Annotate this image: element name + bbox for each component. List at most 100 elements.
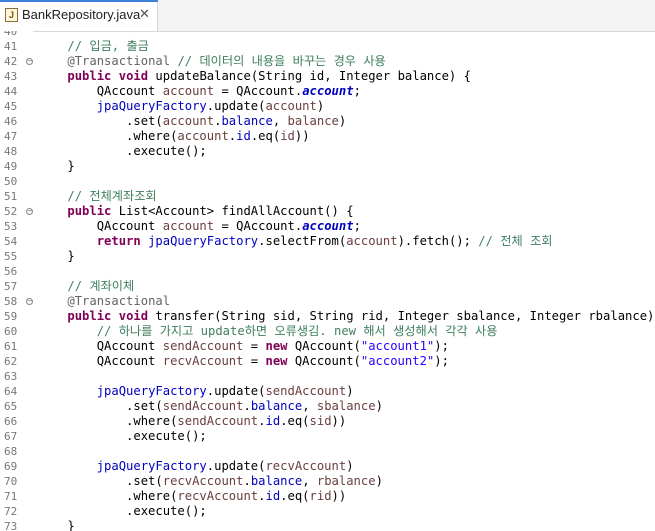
code-token: return [96, 234, 141, 248]
code-line[interactable]: 41 // 입금, 출금 [0, 39, 655, 54]
code-line[interactable]: 49 } [0, 159, 655, 174]
code-token: account [346, 234, 398, 248]
code-token: )) [331, 489, 347, 503]
line-number: 63 [4, 370, 18, 383]
code-line[interactable]: 48 .execute(); [0, 144, 655, 159]
code-token: account [162, 114, 215, 128]
code-token: id [265, 414, 281, 428]
code-line[interactable]: 43 public void updateBalance(String id, … [0, 69, 655, 84]
code-token: ) [346, 384, 354, 398]
code-line[interactable]: 42 − @Transactional // 데이터의 내용을 바꾸는 경우 사용 [0, 54, 655, 69]
code-token: .execute(); [38, 429, 207, 443]
code-token: account [302, 84, 354, 98]
code-line[interactable]: 45 jpaQueryFactory.update(account) [0, 99, 655, 114]
code-token: .set( [38, 399, 163, 413]
code-text: // 계좌이체 [38, 279, 134, 294]
code-text: public void transfer(String sid, String … [38, 309, 655, 324]
code-line[interactable]: 54 return jpaQueryFactory.selectFrom(acc… [0, 234, 655, 249]
code-token: sendAccount [162, 399, 244, 413]
code-text: public List<Account> findAllAccount() { [38, 204, 353, 219]
code-token: QAccount( [287, 354, 361, 368]
code-token: // 하나를 가지고 update하면 오류생김. new 해서 생성해서 각각… [96, 324, 498, 338]
code-line[interactable]: 47 .where(account.id.eq(id)) [0, 129, 655, 144]
code-line[interactable]: 66 .where(sendAccount.id.eq(sid)) [0, 414, 655, 429]
tab-bankrepository[interactable]: J BankRepository.java ✕ [0, 0, 158, 31]
code-line[interactable]: 62 QAccount recvAccount = new QAccount("… [0, 354, 655, 369]
line-number: 49 [4, 160, 18, 173]
code-line[interactable]: 40 [0, 31, 655, 39]
code-text: .set(recvAccount.balance, rbalance) [38, 474, 383, 489]
code-line[interactable]: 44 QAccount account = QAccount.account; [0, 84, 655, 99]
code-token: ; [353, 219, 361, 233]
code-line[interactable]: 51 // 전체계좌조회 [0, 189, 655, 204]
code-token: ; [353, 84, 361, 98]
fold-toggle-icon[interactable]: − [26, 58, 33, 65]
code-token: sendAccount [162, 339, 244, 353]
code-text: } [38, 249, 75, 264]
code-token: id [265, 489, 281, 503]
code-line[interactable]: 57 // 계좌이체 [0, 279, 655, 294]
code-line[interactable]: 58 − @Transactional [0, 294, 655, 309]
line-number: 46 [4, 115, 18, 128]
code-line[interactable]: 52 − public List<Account> findAllAccount(… [0, 204, 655, 219]
code-token: // 입금, 출금 [67, 39, 149, 53]
java-file-icon: J [5, 8, 18, 22]
code-text: } [38, 519, 74, 531]
code-token: public [67, 309, 112, 323]
code-line[interactable]: 72 .execute(); [0, 504, 655, 519]
line-number: 40 [4, 31, 18, 38]
code-text: .set(sendAccount.balance, sbalance) [38, 399, 383, 414]
code-token: .where( [38, 129, 178, 143]
code-token: } [38, 249, 75, 263]
code-line[interactable]: 67 .execute(); [0, 429, 655, 444]
code-line[interactable]: 59 public void transfer(String sid, Stri… [0, 309, 655, 324]
code-text: .execute(); [38, 144, 207, 159]
code-line[interactable]: 71 .where(recvAccount.id.eq(rid)) [0, 489, 655, 504]
code-token: = [243, 339, 266, 353]
code-line[interactable]: 55 } [0, 249, 655, 264]
fold-toggle-icon[interactable]: − [26, 298, 33, 305]
code-token: balance [221, 114, 273, 128]
line-number: 43 [4, 70, 18, 83]
code-line[interactable]: 60 // 하나를 가지고 update하면 오류생김. new 해서 생성해서… [0, 324, 655, 339]
code-editor[interactable]: 40 41 // 입금, 출금 42− @Transactional // 데이터의… [0, 31, 655, 531]
code-line[interactable]: 69 jpaQueryFactory.update(recvAccount) [0, 459, 655, 474]
line-number: 73 [4, 520, 18, 531]
code-token: QAccount( [287, 339, 361, 353]
code-line[interactable]: 70 .set(recvAccount.balance, rbalance) [0, 474, 655, 489]
code-token: id [236, 129, 251, 143]
code-text: // 하나를 가지고 update하면 오류생김. new 해서 생성해서 각각… [38, 324, 498, 339]
code-text: .where(recvAccount.id.eq(rid)) [38, 489, 346, 504]
code-line[interactable]: 73 } [0, 519, 655, 531]
close-tab-icon[interactable]: ✕ [138, 8, 151, 21]
code-token: // 전체 조회 [478, 234, 553, 248]
line-number: 71 [4, 490, 18, 503]
code-token: void [118, 69, 149, 83]
code-text: } [38, 159, 74, 174]
code-text: QAccount recvAccount = new QAccount("acc… [38, 354, 449, 369]
code-token: recvAccount [162, 474, 244, 488]
code-line[interactable]: 63 [0, 369, 655, 384]
code-line[interactable]: 50 [0, 174, 655, 189]
code-token: // 계좌이체 [67, 279, 135, 293]
code-line[interactable]: 46 .set(account.balance, balance) [0, 114, 655, 129]
code-line[interactable]: 64 jpaQueryFactory.update(sendAccount) [0, 384, 655, 399]
code-line[interactable]: 61 QAccount sendAccount = new QAccount("… [0, 339, 655, 354]
code-line[interactable]: 68 [0, 444, 655, 459]
code-line[interactable]: 65 .set(sendAccount.balance, sbalance) [0, 399, 655, 414]
code-token: ) [316, 99, 325, 113]
line-number: 69 [4, 460, 18, 473]
fold-toggle-icon[interactable]: − [26, 208, 33, 215]
code-line[interactable]: 56 [0, 264, 655, 279]
code-token: recvAccount [162, 354, 244, 368]
code-token: , [272, 114, 288, 128]
code-line[interactable]: 53 QAccount account = QAccount.account; [0, 219, 655, 234]
